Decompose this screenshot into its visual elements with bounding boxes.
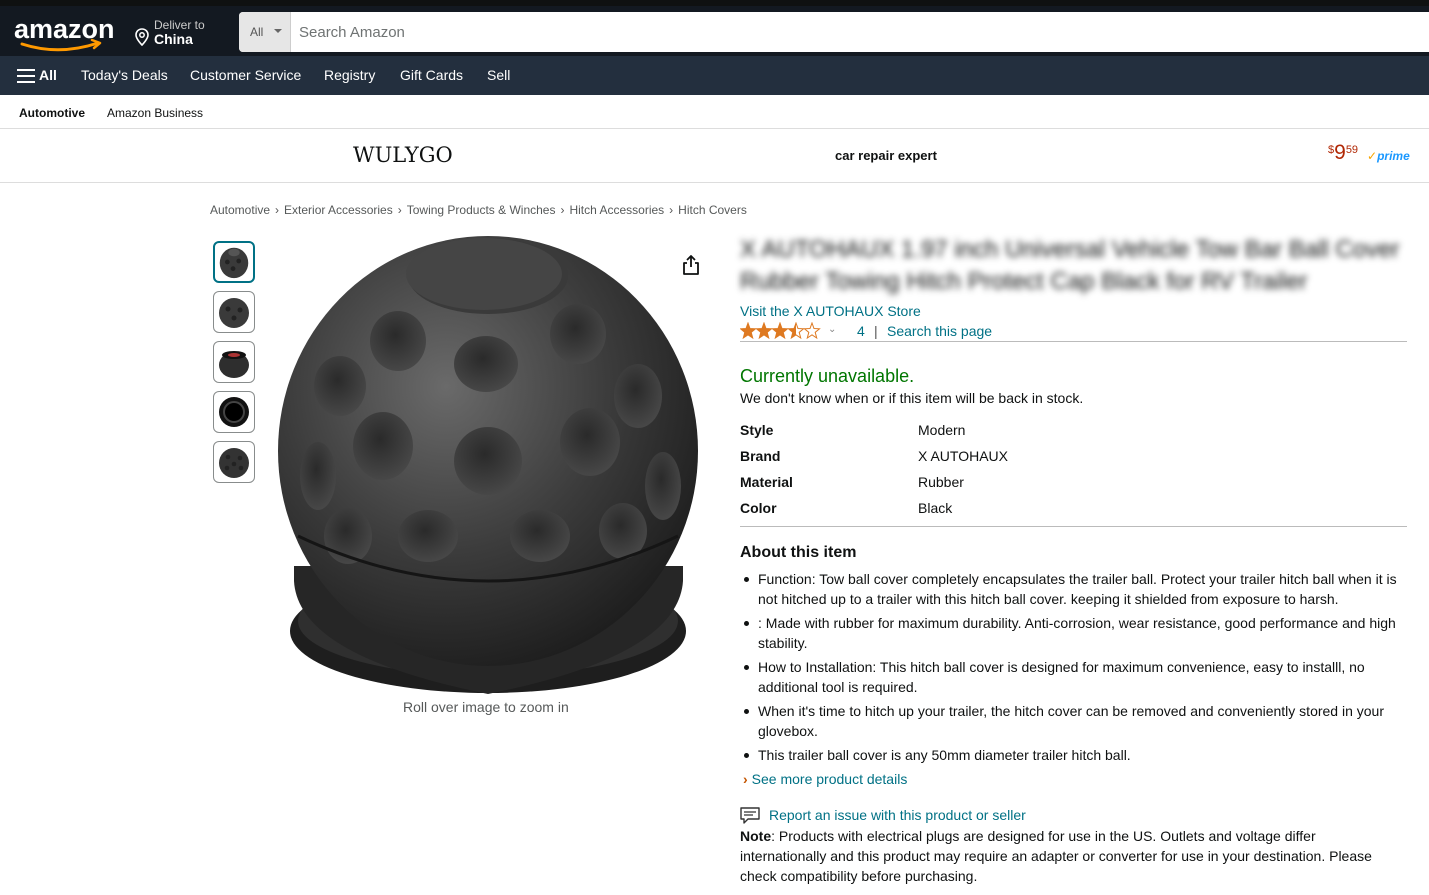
feature-bullet: Function: Tow ball cover completely enca… [740, 569, 1410, 609]
thumbnail-1[interactable] [213, 241, 255, 283]
brand-price: $959 [1328, 141, 1359, 164]
feature-bullet: This trailer ball cover is any 50mm diam… [740, 745, 1410, 765]
zoom-hint: Roll over image to zoom in [403, 699, 569, 715]
star-rating[interactable] [740, 322, 822, 340]
breadcrumb-item[interactable]: Hitch Accessories [569, 203, 664, 217]
search-this-page-link[interactable]: Search this page [887, 323, 992, 339]
subnav-automotive[interactable]: Automotive [19, 106, 85, 120]
sub-navbar: Automotive Amazon Business [0, 95, 1429, 129]
about-heading: About this item [740, 544, 857, 561]
nav-all[interactable]: All [39, 67, 57, 83]
electrical-note: Note: Products with electrical plugs are… [740, 828, 1372, 884]
feature-bullet: How to Installation: This hitch ball cov… [740, 657, 1410, 697]
availability-note: We don't know when or if this item will … [740, 390, 1084, 406]
thumbnail-3[interactable] [213, 341, 255, 383]
sponsored-brand-bar[interactable]: WULYGO car repair expert $959 ✓prime [0, 129, 1429, 183]
visit-store-link[interactable]: Visit the X AUTOHAUX Store [740, 303, 921, 319]
chevron-down-icon[interactable]: ⌄ [828, 324, 836, 335]
feature-bullet: : Made with rubber for maximum durabilit… [740, 613, 1410, 653]
spec-value: X AUTOHAUX [918, 448, 1008, 464]
product-main-image[interactable] [278, 236, 698, 696]
see-more-details-link[interactable]: › See more product details [743, 771, 907, 787]
search-category-label: All [250, 25, 264, 39]
nav-sell[interactable]: Sell [487, 67, 510, 83]
breadcrumb-item[interactable]: Towing Products & Winches [407, 203, 556, 217]
deliver-label: Deliver to [154, 18, 205, 32]
feature-bullets: Function: Tow ball cover completely enca… [740, 569, 1410, 769]
amazon-logo[interactable]: amazon [14, 14, 115, 54]
divider [740, 526, 1407, 527]
share-icon[interactable] [681, 254, 701, 276]
location-pin-icon [135, 28, 149, 46]
subnav-amazon-business[interactable]: Amazon Business [107, 106, 203, 120]
report-comment-icon [740, 807, 760, 824]
caret-down-icon [274, 29, 282, 33]
spec-label: Brand [740, 448, 781, 464]
spec-value: Rubber [918, 474, 964, 490]
spec-label: Color [740, 500, 777, 516]
logo-text: amazon [14, 14, 114, 44]
main-navbar: All Today's Deals Customer Service Regis… [0, 56, 1429, 95]
spec-label: Material [740, 474, 793, 490]
nav-registry[interactable]: Registry [324, 67, 375, 83]
thumbnail-4[interactable] [213, 391, 255, 433]
rating-count[interactable]: 4 [857, 323, 865, 339]
search-bar: All [239, 12, 1429, 52]
breadcrumb-item[interactable]: Hitch Covers [678, 203, 747, 217]
spec-value: Black [918, 500, 953, 516]
nav-todays-deals[interactable]: Today's Deals [81, 67, 168, 83]
hamburger-menu-icon[interactable] [17, 69, 35, 83]
feature-bullet: When it's time to hitch up your trailer,… [740, 701, 1410, 741]
divider [740, 341, 1407, 342]
separator: | [874, 323, 878, 339]
thumbnail-5[interactable] [213, 441, 255, 483]
prime-badge: ✓prime [1367, 149, 1410, 163]
deliver-location: China [154, 31, 193, 47]
search-category-dropdown[interactable]: All [239, 12, 291, 52]
top-navbar: amazon Deliver to China All [0, 0, 1429, 56]
breadcrumb: Automotive › Exterior Accessories › Towing P… [210, 203, 747, 217]
nav-customer-service[interactable]: Customer Service [190, 67, 301, 83]
thumbnail-2[interactable] [213, 291, 255, 333]
spec-label: Style [740, 422, 774, 438]
nav-gift-cards[interactable]: Gift Cards [400, 67, 463, 83]
breadcrumb-item[interactable]: Exterior Accessories [284, 203, 393, 217]
availability-status: Currently unavailable. [740, 366, 915, 386]
breadcrumb-item[interactable]: Automotive [210, 203, 270, 217]
product-title: X AUTOHAUX 1.97 inch Universal Vehicle T… [740, 236, 1400, 295]
brand-logo[interactable]: WULYGO [353, 143, 453, 167]
chevron-right-icon: › [743, 771, 748, 787]
brand-tagline: car repair expert [835, 148, 937, 163]
search-input[interactable] [291, 12, 1421, 52]
spec-value: Modern [918, 422, 966, 438]
